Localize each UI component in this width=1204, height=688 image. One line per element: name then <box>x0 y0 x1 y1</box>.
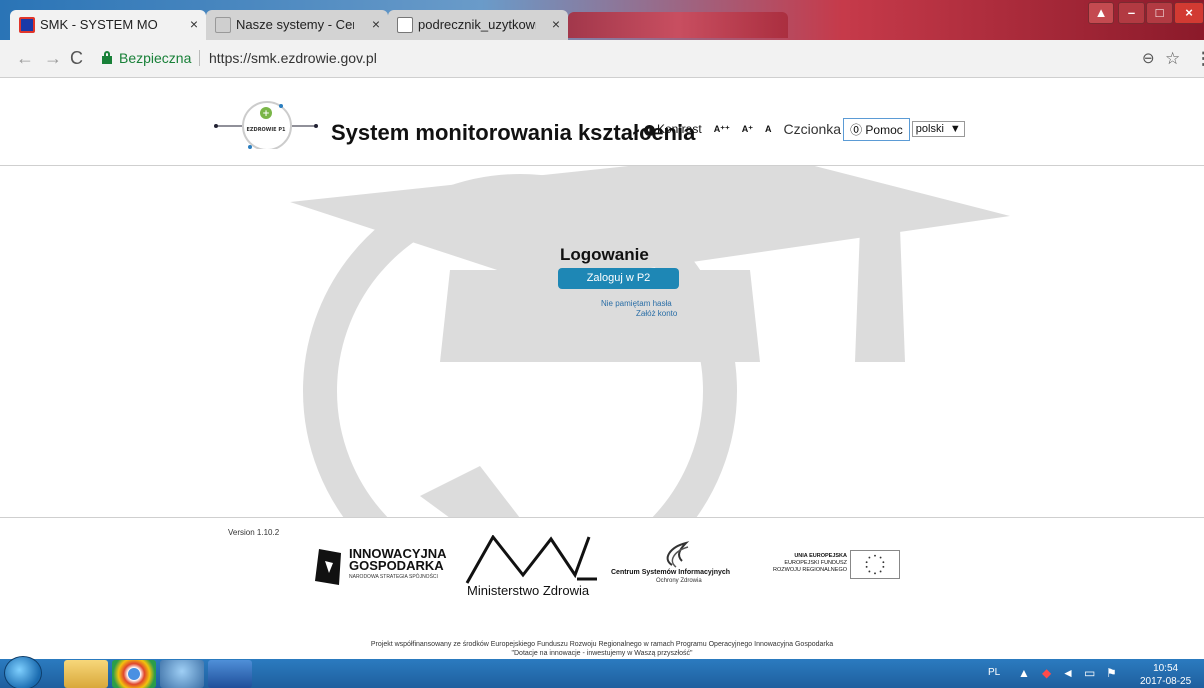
accessibility-toolbar: ◐ Kontrast A⁺⁺ A⁺ A Czcionka ⓪ Pomoc pols… <box>644 117 965 141</box>
url-omnibox[interactable]: Bezpieczna https://smk.ezdrowie.gov.pl <box>94 47 1159 71</box>
contrast-toggle[interactable]: ◐ Kontrast <box>644 122 702 136</box>
back-icon[interactable]: ← <box>16 48 34 69</box>
ig-line3: NARODOWA STRATEGIA SPÓJNOŚCI <box>349 574 438 580</box>
dropdown-arrow-icon: ▼ <box>949 123 961 135</box>
mz-label: Ministerstwo Zdrowia <box>467 583 590 598</box>
language-select[interactable]: polski ▼ <box>911 121 965 137</box>
maximize-icon[interactable]: □ <box>1146 2 1173 24</box>
font-size-largest-button[interactable]: A⁺⁺ <box>714 124 730 135</box>
font-label: Czcionka <box>783 121 842 137</box>
browser-titlebar: SMK - SYSTEM MONITOI × Nasze systemy - C… <box>0 0 1204 40</box>
contrast-label: Kontrast <box>657 122 702 136</box>
bookmark-star-icon[interactable]: ☆ <box>1165 49 1180 69</box>
clock-time: 10:54 <box>1153 663 1179 674</box>
ue-line2: EUROPEJSKI FUNDUSZ <box>784 560 847 566</box>
url-divider <box>199 50 200 66</box>
tab-title: podrecznik_uzytkownika <box>418 17 536 32</box>
chrome-taskbar-icon[interactable] <box>112 660 156 688</box>
profile-icon[interactable]: ▲ <box>1088 2 1114 24</box>
ig-emblem-icon <box>315 549 341 585</box>
smk-favicon-icon <box>19 17 35 33</box>
forward-icon[interactable]: → <box>44 48 62 69</box>
ministerstwo-zdrowia-logo: Ministerstwo Zdrowia <box>465 535 600 598</box>
csioz-line2: Ochrony Zdrowia <box>656 578 702 584</box>
tab-title: SMK - SYSTEM MONITOI <box>40 17 158 32</box>
new-tab-blurred[interactable] <box>568 12 788 38</box>
help-button[interactable]: ⓪ Pomoc <box>843 117 910 141</box>
contrast-icon: ◐ <box>644 125 655 136</box>
address-bar: ← → C Bezpieczna https://smk.ezdrowie.go… <box>0 40 1204 78</box>
project-funding-note: Projekt współfinansowany ze środków Euro… <box>0 640 1204 658</box>
footer: Version 1.10.2 INNOWACYJNA GOSPODARKA NA… <box>0 519 1204 659</box>
project-line2: "Dotacje na innowacje - inwestujemy w Wa… <box>511 650 693 657</box>
main-content: Logowanie Zaloguj w P2 Nie pamiętam hasł… <box>0 166 1204 518</box>
lock-icon <box>102 51 112 64</box>
secure-label: Bezpieczna <box>119 50 192 66</box>
page-header: + EZDROWIE P1 System monitorowania kszta… <box>0 78 1204 166</box>
tray-expand-icon[interactable]: ▲ <box>1018 666 1030 680</box>
thunderbird-taskbar-icon[interactable] <box>160 660 204 688</box>
document-favicon-icon <box>397 17 413 33</box>
antivirus-tray-icon[interactable]: ◆ <box>1042 666 1051 680</box>
graduation-magnifier-watermark <box>290 166 1010 517</box>
font-size-normal-button[interactable]: A <box>765 124 772 134</box>
csioz-logo: Centrum Systemów Informacyjnych Ochrony … <box>610 539 752 594</box>
login-p2-button[interactable]: Zaloguj w P2 <box>558 268 679 289</box>
keyboard-language[interactable]: PL <box>988 667 1000 678</box>
start-button-icon[interactable] <box>4 656 42 688</box>
font-size-larger-button[interactable]: A⁺ <box>742 124 753 135</box>
network-icon[interactable]: ▭ <box>1084 666 1095 680</box>
create-account-link[interactable]: Załóż konto <box>636 309 677 318</box>
logo-text: EZDROWIE P1 <box>247 127 286 133</box>
clock-date: 2017-08-25 <box>1140 676 1192 687</box>
zoom-icon[interactable]: ⊖ <box>1142 49 1155 67</box>
mz-emblem-icon <box>465 535 597 584</box>
close-icon[interactable]: × <box>190 16 198 32</box>
explorer-taskbar-icon[interactable] <box>64 660 108 688</box>
windows-taskbar: PL ▲ ◆ ◄ ▭ ⚑ 10:54 2017-08-25 <box>0 656 1204 688</box>
url-text[interactable]: https://smk.ezdrowie.gov.pl <box>209 50 377 66</box>
svg-text:+: + <box>262 109 270 119</box>
help-icon: ⓪ <box>850 122 863 137</box>
close-icon[interactable]: × <box>372 16 380 32</box>
word-taskbar-icon[interactable] <box>208 660 252 688</box>
tab-smk[interactable]: SMK - SYSTEM MONITOI × <box>10 10 206 40</box>
system-clock[interactable]: 10:54 2017-08-25 <box>1140 662 1191 688</box>
ue-line3: ROZWOJU REGIONALNEGO <box>773 567 847 573</box>
project-line1: Projekt współfinansowany ze środków Euro… <box>370 641 834 648</box>
version-text: Version 1.10.2 <box>228 528 280 537</box>
language-value: polski <box>915 123 944 135</box>
minimize-icon[interactable]: – <box>1118 2 1145 24</box>
help-label: Pomoc <box>865 122 903 137</box>
csioz-emblem-icon <box>666 541 690 568</box>
volume-muted-icon[interactable]: ◄ <box>1062 666 1074 680</box>
action-center-flag-icon[interactable]: ⚑ <box>1106 666 1117 680</box>
ue-line1: UNIA EUROPEJSKA <box>794 553 847 559</box>
close-window-icon[interactable]: × <box>1174 2 1204 24</box>
login-title: Logowanie <box>560 245 649 264</box>
forgot-password-link[interactable]: Nie pamiętam hasła <box>601 299 672 308</box>
eu-logo: UNIA EUROPEJSKA EUROPEJSKI FUNDUSZ ROZWO… <box>760 547 905 582</box>
innowacyjna-gospodarka-logo: INNOWACYJNA GOSPODARKA NARODOWA STRATEGI… <box>311 547 463 587</box>
ezdrowie-logo[interactable]: + EZDROWIE P1 <box>214 101 318 149</box>
tab-title: Nasze systemy - Centrum <box>236 17 354 32</box>
eu-flag-icon <box>850 550 900 579</box>
menu-icon[interactable]: ⋮ <box>1195 49 1204 69</box>
close-icon[interactable]: × <box>552 16 560 32</box>
csioz-line1: Centrum Systemów Informacyjnych <box>611 569 731 576</box>
tab-nasze-systemy[interactable]: Nasze systemy - Centrum × <box>206 10 388 40</box>
reload-icon[interactable]: C <box>70 48 83 69</box>
ig-line2: GOSPODARKA <box>349 558 444 573</box>
tab-podrecznik[interactable]: podrecznik_uzytkownika × <box>388 10 568 40</box>
feather-favicon-icon <box>215 17 231 33</box>
app-title: System monitorowania kształcenia <box>331 120 696 145</box>
